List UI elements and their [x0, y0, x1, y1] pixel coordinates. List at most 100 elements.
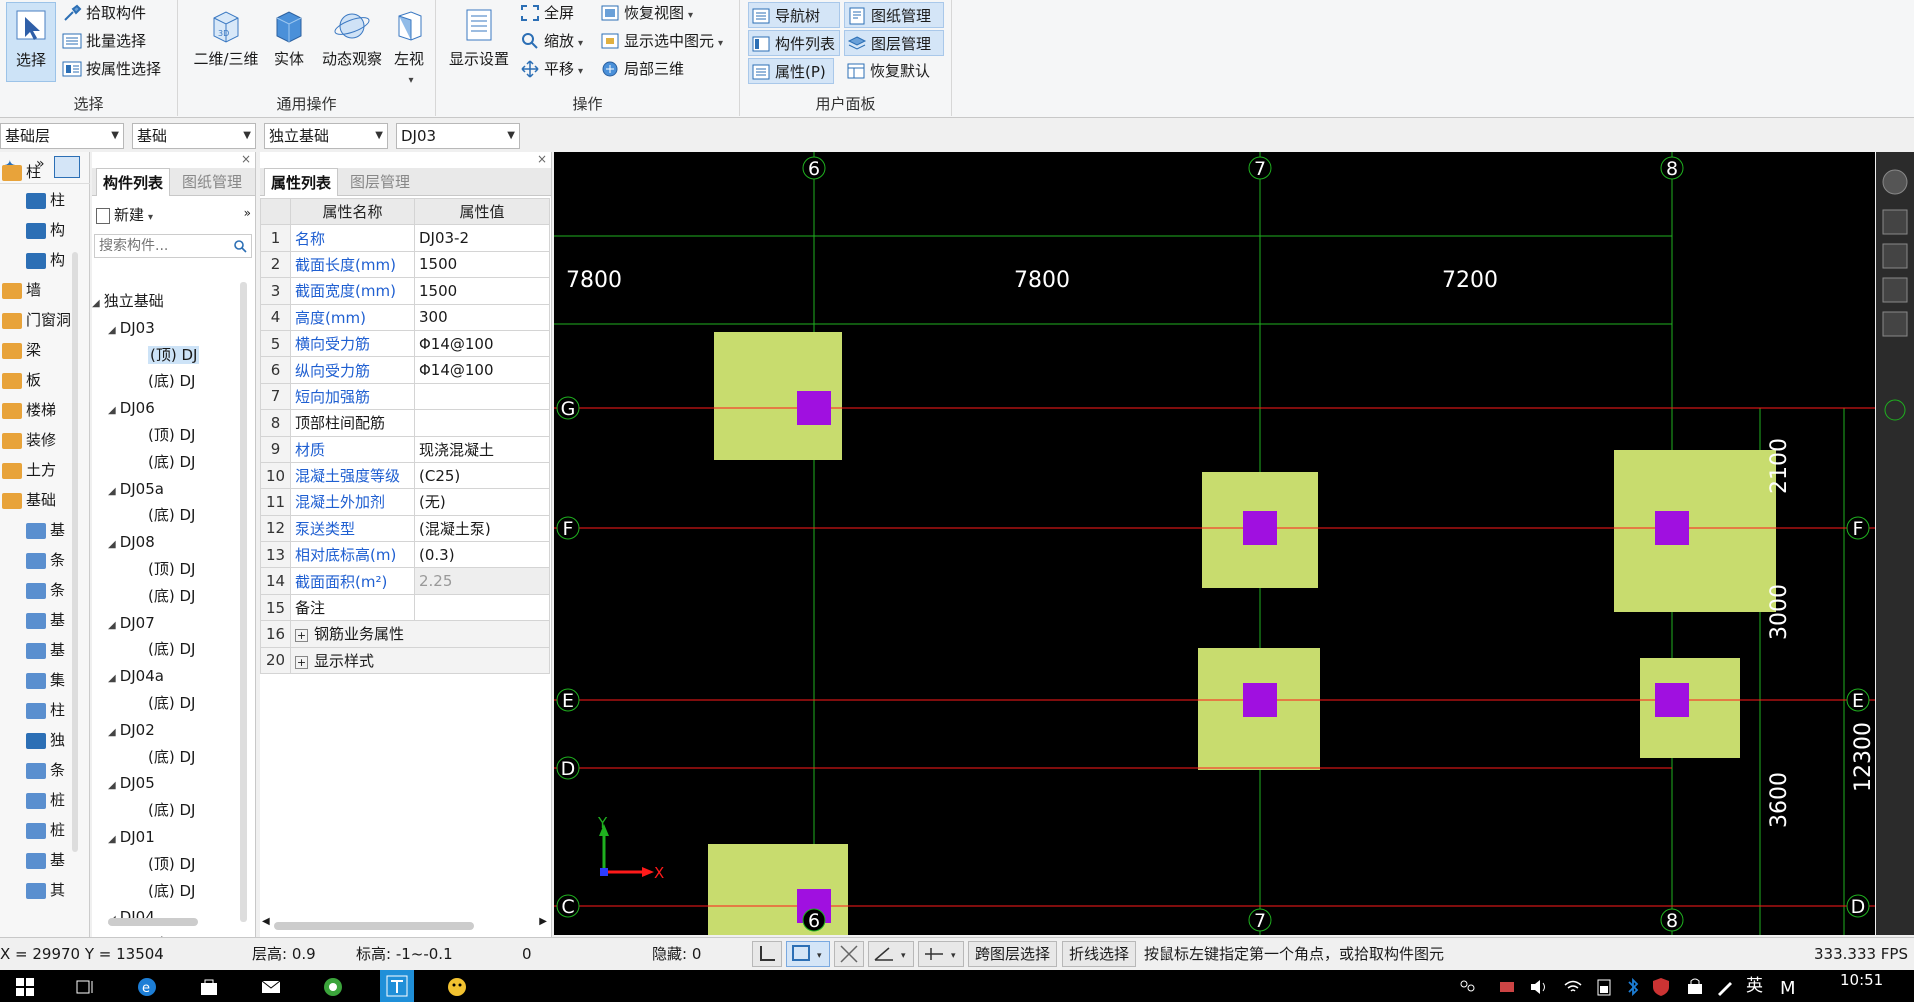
polyline-select-button[interactable]: 折线选择 [1062, 941, 1137, 967]
nav-tree-item[interactable]: 独 [26, 726, 65, 754]
batch-select-button[interactable]: 批量选择 [60, 28, 146, 54]
expand-plus-icon[interactable]: + [295, 629, 308, 643]
category-select[interactable]: 基础 ▼ [132, 123, 256, 149]
wifi-icon[interactable] [1562, 976, 1584, 998]
new-component-button[interactable]: 新建 ▾ [96, 202, 153, 228]
nav-tree-item[interactable]: 桩 [26, 786, 65, 814]
nav-tree-item[interactable]: 装修 [2, 426, 56, 454]
tree-leaf-node[interactable]: (底) DJ [148, 744, 195, 770]
store-icon[interactable] [198, 976, 220, 998]
collapse-icon[interactable]: ◢ [108, 486, 116, 497]
active-app-tab[interactable] [380, 970, 414, 1002]
select-button[interactable]: 选择 [6, 2, 56, 82]
nav-tree-scrollbar[interactable] [72, 252, 78, 852]
show-selected-button[interactable]: 显示选中图元 ▾ [598, 28, 723, 54]
property-value[interactable]: (无) [414, 488, 550, 516]
nav-tree-item[interactable]: 柱 [2, 158, 41, 186]
tree-group-node[interactable]: ◢ DJ03 [108, 315, 155, 341]
nav-tree-item[interactable]: 基 [26, 516, 65, 544]
tree-group-node[interactable]: ◢ DJ08 [108, 529, 155, 555]
nav-tree-item[interactable]: 构 [26, 246, 65, 274]
tree-root[interactable]: ◢ 独立基础 [92, 288, 164, 314]
view-side-icon[interactable] [1882, 277, 1908, 303]
orbit-icon[interactable] [1882, 169, 1908, 195]
component-select[interactable]: DJ03 ▼ [396, 123, 520, 149]
mail-icon[interactable] [260, 976, 282, 998]
tree-leaf-node[interactable]: (顶) DJ [148, 556, 195, 582]
column[interactable] [1243, 511, 1277, 545]
nav-tree-item[interactable]: 基 [26, 846, 65, 874]
nav-tree-item[interactable]: 梁 [2, 336, 41, 364]
bluetooth-icon[interactable] [1622, 976, 1644, 998]
view-3d-icon[interactable] [1882, 209, 1908, 235]
browser-icon[interactable] [322, 976, 344, 998]
collapse-icon[interactable]: ◢ [108, 673, 116, 684]
more-icon[interactable]: » [244, 206, 251, 220]
property-value[interactable]: (混凝土泵) [414, 514, 550, 543]
fullscreen-button[interactable]: 全屏 [518, 0, 574, 26]
property-group-row[interactable]: 16 + 钢筋业务属性 [260, 620, 550, 648]
property-value[interactable]: DJ03-2 [414, 224, 550, 252]
people-icon[interactable] [1456, 976, 1478, 998]
property-value[interactable] [414, 593, 550, 622]
nav-tree-item[interactable]: 构 [26, 216, 65, 244]
tree-leaf-node[interactable]: (底) DJ [148, 502, 195, 528]
cross-toggle[interactable] [834, 941, 864, 967]
collapse-icon[interactable]: ◢ [108, 834, 116, 845]
tree-leaf-node[interactable]: (顶) DJ [148, 422, 195, 448]
property-value[interactable]: Φ14@100 [414, 356, 550, 384]
scroll-left-icon[interactable]: ◀ [262, 916, 270, 927]
tree-group-node[interactable]: ◢ DJ02 [108, 717, 155, 743]
dynamic-orbit-button[interactable]: 动态观察 [316, 2, 388, 82]
drawing-canvas[interactable]: 667788GFEDCFED 7800 7800 7200 2100 3000 … [554, 152, 1876, 935]
nav-tree-item[interactable]: 柱 [26, 696, 65, 724]
search-icon[interactable] [233, 239, 247, 253]
tab-drawing-manager[interactable]: 图纸管理 [176, 168, 248, 196]
nav-tree-item[interactable]: 条 [26, 756, 65, 784]
footing[interactable] [1614, 450, 1776, 612]
windows-start-icon[interactable] [14, 976, 36, 998]
reset-default-button[interactable]: 恢复默认 [844, 58, 930, 84]
battery-icon[interactable] [1594, 976, 1616, 998]
drawing-manager-button[interactable]: 图纸管理 [844, 2, 944, 28]
restore-view-button[interactable]: 恢复视图 ▾ [598, 0, 693, 26]
selection-mode-button[interactable]: ▾ [786, 941, 830, 967]
m-app-icon[interactable]: M [1778, 976, 1800, 998]
tree-group-node[interactable]: ◢ DJ06 [108, 395, 155, 421]
angle-button[interactable]: ▾ [868, 941, 914, 967]
pen-icon[interactable] [1714, 976, 1736, 998]
properties-button[interactable]: 属性(P) [748, 58, 834, 84]
clock[interactable]: 10:51 [1840, 968, 1883, 992]
snap-button[interactable]: ▾ [918, 941, 964, 967]
edge-browser-icon[interactable]: e [136, 976, 158, 998]
view-top-icon[interactable] [1882, 243, 1908, 269]
tree-leaf-node[interactable]: (底) DJ [148, 449, 195, 475]
select-by-property-button[interactable]: 按属性选择 [60, 56, 161, 82]
tree-leaf-node[interactable]: (底) DJ [148, 368, 195, 394]
collapse-icon[interactable]: ◢ [108, 727, 116, 738]
tree-leaf-node[interactable]: (底) DJ [148, 797, 195, 823]
collapse-icon[interactable]: ◢ [108, 620, 116, 631]
component-tree-hscrollbar[interactable] [108, 918, 198, 926]
scroll-right-icon[interactable]: ▶ [539, 916, 547, 927]
nav-tree-item[interactable]: 条 [26, 546, 65, 574]
tab-property-list[interactable]: 属性列表 [264, 168, 339, 196]
tree-group-node[interactable]: ◢ DJ01 [108, 824, 155, 850]
column[interactable] [1243, 683, 1277, 717]
tree-leaf-node[interactable]: (顶) DJ [148, 851, 195, 877]
search-input[interactable] [95, 235, 225, 257]
view-2d-3d-button[interactable]: 3D 二维/三维 [190, 2, 262, 82]
panel-toggle-icon[interactable] [54, 156, 80, 178]
task-view-icon[interactable] [74, 976, 96, 998]
property-value[interactable] [414, 409, 550, 437]
local-3d-button[interactable]: 局部三维 [598, 56, 684, 82]
column[interactable] [1655, 683, 1689, 717]
tree-leaf-node[interactable]: (底) DJ [148, 878, 195, 904]
column[interactable] [797, 391, 831, 425]
property-value[interactable] [414, 382, 550, 411]
property-value[interactable]: 1500 [414, 250, 550, 279]
close-icon[interactable]: × [537, 152, 547, 166]
tab-layer-manager[interactable]: 图层管理 [344, 168, 416, 196]
layer-manager-button[interactable]: 图层管理 [844, 30, 944, 56]
volume-icon[interactable] [1528, 976, 1550, 998]
